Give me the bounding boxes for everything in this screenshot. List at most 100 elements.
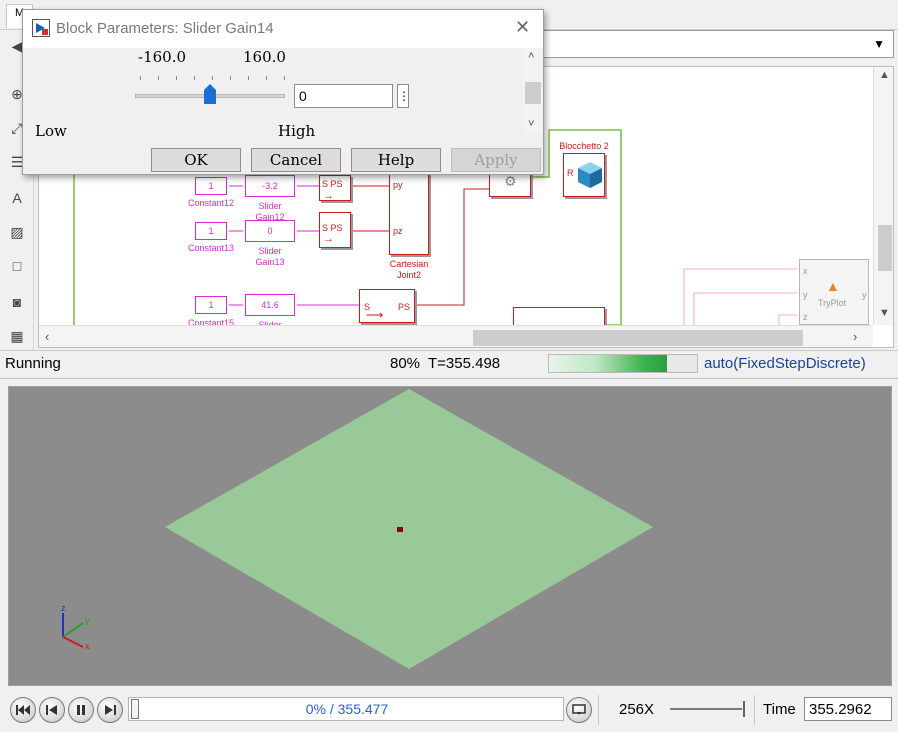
arrow-icon: → [323,233,334,245]
playback-toolbar: 0% / 355.477 256X Time [0,691,898,732]
step-back-icon[interactable] [39,697,65,723]
arrow-icon: → [323,190,334,202]
gear-icon: ⚙ [504,173,517,189]
scroll-left-icon[interactable]: ‹ [45,329,49,344]
horizontal-scrollbar[interactable]: ‹ › [39,325,873,347]
pz-port-label: pz [393,226,403,236]
progress-fill [549,355,668,372]
cartesian-joint2-caption: Cartesian Joint2 [389,259,429,280]
loop-icon[interactable] [566,697,592,723]
playback-timeline[interactable]: 0% / 355.477 [128,697,564,721]
block-parameters-dialog: Block Parameters: Slider Gain14 ✕ -160.0… [22,9,544,175]
more-options-icon[interactable]: ⋮ [397,84,410,108]
high-label: High [278,122,316,140]
floor-plane [165,389,653,669]
slider-tick [266,76,267,80]
x-axis-label: x [85,641,90,651]
cancel-button[interactable]: Cancel [251,148,341,172]
horizontal-scroll-thumb[interactable] [473,330,803,346]
z-axis-label: z [61,603,66,613]
skip-to-start-icon[interactable] [10,697,36,723]
s-ps-converter-13[interactable]: S PS → [319,212,351,248]
constant13-caption: Constant13 [187,243,235,253]
slider-tick [212,76,213,80]
simulation-progress-bar [548,354,698,373]
slider-gain15-block[interactable]: 41.6 [245,294,295,316]
slider-min-value: -160.0 [138,48,187,66]
dialog-titlebar[interactable]: Block Parameters: Slider Gain14 ✕ [23,10,543,48]
camera-icon[interactable]: ◙ [7,292,27,312]
constant13-block[interactable]: 1 [195,222,227,240]
tryplot-scope-block[interactable]: x y z y ▲ TryPlot [799,259,869,325]
gain-value-field[interactable] [294,84,393,108]
simulink-block-icon [32,19,50,37]
axis-triad [62,613,84,648]
dialog-scroll-thumb[interactable] [525,82,541,104]
slider-tick [230,76,231,80]
time-field[interactable] [804,697,892,721]
image-icon[interactable]: ▨ [7,222,27,242]
dialog-title: Block Parameters: Slider Gain14 [56,20,274,37]
time-label: Time [763,701,796,718]
playback-readout: 0% / 355.477 [305,701,389,717]
scroll-right-icon[interactable]: › [853,329,857,344]
scroll-up-icon[interactable]: ▲ [879,69,890,81]
scroll-up-icon[interactable]: ˄ [528,50,534,62]
progress-percent: 80% [390,355,421,372]
help-button[interactable]: Help [351,148,441,172]
close-icon[interactable]: ✕ [515,17,530,38]
play-icon [36,23,48,35]
vertical-scroll-thumb[interactable] [878,225,892,271]
s-ps-converter-12[interactable]: S PS → [319,175,351,202]
dialog-body: -160.0 160.0 ⋮ Low High ˄ ˅ OK Cancel He… [23,48,543,174]
slider-gain12-block[interactable]: -3.2 [245,175,295,197]
blocchetto2-caption: Blocchetto 2 [559,141,609,151]
s-ps-converter-15[interactable]: S PS ⟶ [359,289,415,323]
solid-cube-icon [578,162,602,188]
pause-icon[interactable] [68,697,94,723]
slider-tick [158,76,159,80]
mechanics-explorer: z y x 0% / 355.477 256X Time [0,378,898,731]
matlab-logo-icon: ▲ [826,278,840,294]
model-browser-combo[interactable]: ▼ [540,30,894,58]
x-port-label: x [803,266,808,276]
low-label: Low [35,122,67,140]
s-ps-label: S PS [322,223,343,233]
library-icon[interactable]: ▦ [7,326,27,346]
chevron-down-icon[interactable]: ▼ [873,37,885,51]
py-port-label: py [393,180,403,190]
y-output-label: y [862,290,867,300]
solver-link[interactable]: auto(FixedStepDiscrete) [704,355,866,372]
constant12-block[interactable]: 1 [195,177,227,195]
slider-tick [176,76,177,80]
scroll-down-icon[interactable]: ˅ [528,118,534,130]
gain-slider-thumb[interactable] [204,84,216,104]
z-port-label: z [803,312,808,322]
annotation-icon[interactable]: A [7,188,27,208]
arrow-icon: ⟶ [366,308,384,322]
toolbar-separator [598,695,599,725]
area-icon[interactable]: □ [7,256,27,276]
tryplot-label: TryPlot [818,298,847,308]
ps-output-label: PS [398,302,411,312]
apply-button[interactable]: Apply [451,148,541,172]
constant15-block[interactable]: 1 [195,296,227,314]
3d-viewport[interactable]: z y x [8,386,892,686]
3d-scene [62,389,653,669]
speed-slider[interactable] [668,699,748,719]
slider-gain13-block[interactable]: 0 [245,220,295,242]
constant12-caption: Constant12 [187,198,235,208]
ok-button[interactable]: OK [151,148,241,172]
s-ps-label: S PS [322,179,343,189]
slider-gain13-caption: Slider Gain13 [255,246,285,267]
cartesian-joint2-block[interactable]: py pz [389,173,429,255]
dialog-scrollbar[interactable]: ˄ ˅ [523,48,543,134]
y-axis-label: y [85,615,90,625]
blocchetto2-block[interactable]: R [563,153,605,197]
slider-max-value: 160.0 [243,48,286,66]
vertical-scrollbar[interactable]: ▲ ▼ [873,67,893,325]
toolbar-separator [754,695,755,725]
slider-tick [284,76,285,80]
step-forward-icon[interactable] [97,697,123,723]
scroll-down-icon[interactable]: ▼ [879,307,890,319]
